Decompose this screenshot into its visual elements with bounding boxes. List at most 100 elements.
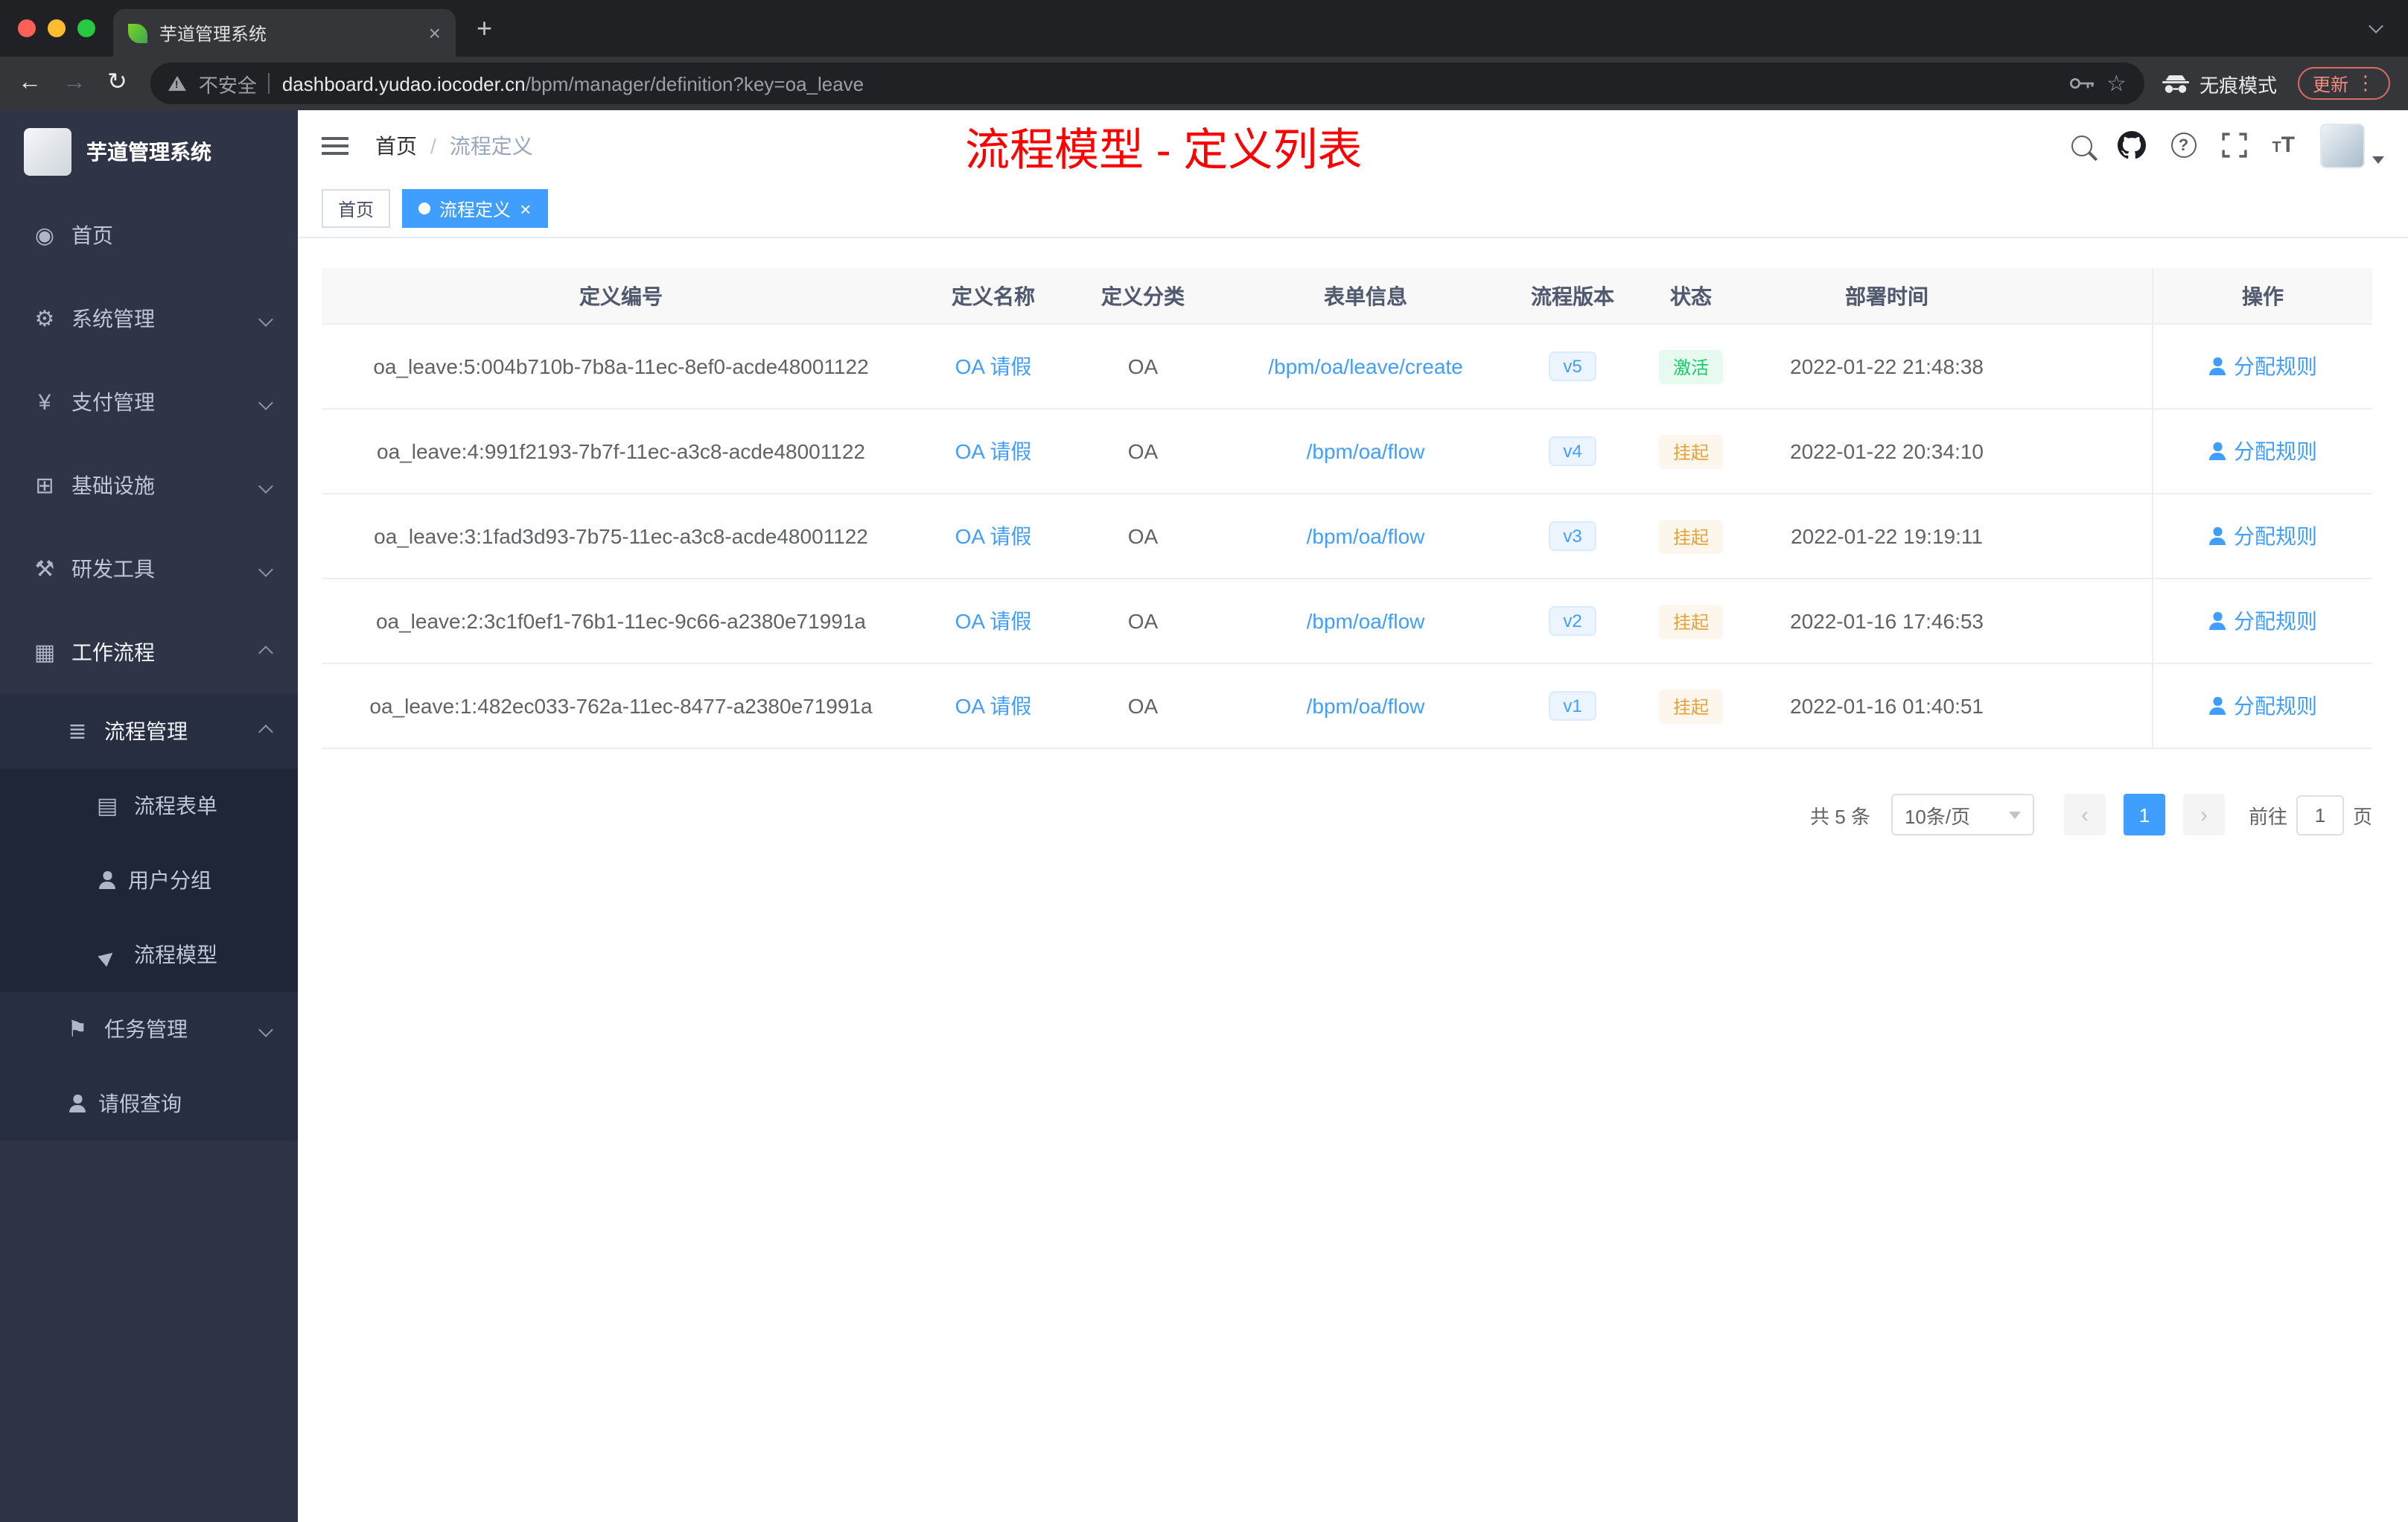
form-link[interactable]: /bpm/oa/flow <box>1307 439 1425 463</box>
avatar[interactable] <box>2320 123 2365 168</box>
active-dot <box>418 203 431 214</box>
minimize-window-button[interactable] <box>48 19 66 37</box>
tab-close-icon[interactable]: × <box>429 22 441 43</box>
update-button[interactable]: 更新 ⋮ <box>2297 67 2390 100</box>
tag-home[interactable]: 首页 <box>322 189 391 228</box>
user-icon <box>2208 697 2226 715</box>
sidebar-item-infrastructure[interactable]: ⊞ 基础设施 <box>0 444 298 527</box>
chevron-down-icon <box>258 478 273 493</box>
deploy-time-cell: 2022-01-16 17:46:53 <box>1790 609 1984 633</box>
chevron-down-icon <box>2008 811 2021 818</box>
divider <box>268 73 270 94</box>
column-header-name: 定义名称 <box>952 284 1035 308</box>
user-icon <box>69 1095 86 1112</box>
goto-page-input[interactable] <box>2296 795 2344 835</box>
chevron-down-icon <box>258 1022 273 1037</box>
zoom-window-button[interactable] <box>77 19 95 37</box>
sidebar-collapse-icon[interactable] <box>322 144 348 147</box>
sidebar-item-task-management[interactable]: ⚑ 任务管理 <box>0 992 298 1066</box>
form-link[interactable]: /bpm/oa/flow <box>1307 524 1425 548</box>
chevron-up-icon <box>258 724 273 739</box>
sidebar-item-label: 首页 <box>71 223 113 247</box>
chevron-up-icon <box>258 645 273 660</box>
tab-list-chevron-icon[interactable] <box>2369 19 2383 34</box>
url-host: dashboard.yudao.iocoder.cn <box>281 72 526 95</box>
close-window-button[interactable] <box>18 19 36 37</box>
definition-name-link[interactable]: OA 请假 <box>955 691 1032 721</box>
spacer-cell <box>2025 325 2152 408</box>
spacer-cell <box>2025 268 2152 323</box>
logo-image <box>24 128 71 176</box>
browser-tab[interactable]: 芋道管理系统 × <box>113 9 456 57</box>
sidebar-item-label: 研发工具 <box>71 557 155 581</box>
sidebar-item-system-management[interactable]: ⚙ 系统管理 <box>0 277 298 360</box>
table-row: oa_leave:1:482ec033-762a-11ec-8477-a2380… <box>322 664 2372 749</box>
definition-name-link[interactable]: OA 请假 <box>955 436 1032 466</box>
breadcrumb-home[interactable]: 首页 <box>375 130 417 160</box>
definition-name-link[interactable]: OA 请假 <box>955 606 1032 636</box>
reload-button[interactable]: ↻ <box>107 71 127 95</box>
form-link[interactable]: /bpm/oa/flow <box>1307 609 1425 633</box>
sidebar-item-workflow[interactable]: ▦ 工作流程 <box>0 611 298 694</box>
tag-close-icon[interactable]: × <box>520 199 531 218</box>
sidebar-item-payment-management[interactable]: ¥ 支付管理 <box>0 360 298 444</box>
page-1-button[interactable]: 1 <box>2123 794 2165 835</box>
page-size-select[interactable]: 10条/页 <box>1891 794 2034 835</box>
sidebar-item-home[interactable]: ◉ 首页 <box>0 194 298 277</box>
help-icon[interactable]: ? <box>2170 133 2197 158</box>
key-icon[interactable] <box>2068 76 2095 91</box>
sidebar-item-process-model[interactable]: ▶ 流程模型 <box>0 917 298 992</box>
table-row: oa_leave:5:004b710b-7b8a-11ec-8ef0-acde4… <box>322 325 2372 410</box>
github-icon[interactable] <box>2117 131 2146 159</box>
assign-rule-link[interactable]: 分配规则 <box>2208 691 2317 721</box>
incognito-icon <box>2162 74 2189 92</box>
tab-favicon-icon <box>128 23 147 42</box>
column-header-id: 定义编号 <box>579 284 663 308</box>
forward-button[interactable]: → <box>63 71 86 95</box>
font-size-icon[interactable]: TT <box>2272 134 2295 156</box>
new-tab-button[interactable]: + <box>477 12 492 45</box>
chevron-down-icon <box>258 395 273 410</box>
form-link[interactable]: /bpm/oa/flow <box>1307 694 1425 718</box>
definition-id-cell: oa_leave:2:3c1f0ef1-76b1-11ec-9c66-a2380… <box>375 609 866 633</box>
sidebar-item-process-form[interactable]: ▤ 流程表单 <box>0 768 298 843</box>
next-page-button[interactable]: › <box>2182 794 2225 835</box>
search-icon[interactable] <box>2071 135 2092 156</box>
bookmark-star-icon[interactable]: ☆ <box>2106 70 2127 97</box>
update-label: 更新 <box>2312 74 2348 95</box>
sidebar-item-leave-query[interactable]: 请假查询 <box>0 1066 298 1141</box>
sidebar-item-dev-tools[interactable]: ⚒ 研发工具 <box>0 527 298 611</box>
assign-rule-link[interactable]: 分配规则 <box>2208 436 2317 466</box>
tag-process-definition[interactable]: 流程定义 × <box>402 189 548 228</box>
app-logo[interactable]: 芋道管理系统 <box>0 110 298 194</box>
form-link[interactable]: /bpm/oa/leave/create <box>1268 354 1463 378</box>
fullscreen-icon[interactable] <box>2221 133 2247 158</box>
sidebar-item-label: 流程模型 <box>134 943 217 967</box>
assign-rule-link[interactable]: 分配规则 <box>2208 351 2317 381</box>
kebab-menu-icon[interactable]: ⋮ <box>2356 71 2375 95</box>
chevron-down-icon <box>258 311 273 326</box>
column-header-form: 表单信息 <box>1324 284 1407 308</box>
address-bar[interactable]: ! 不安全 dashboard.yudao.iocoder.cn/bpm/man… <box>150 63 2144 104</box>
total-count: 共 5 条 <box>1810 805 1870 827</box>
definition-name-link[interactable]: OA 请假 <box>955 521 1032 551</box>
tags-bar: 首页 流程定义 × <box>298 180 2408 238</box>
status-badge: 挂起 <box>1659 434 1722 468</box>
status-badge: 挂起 <box>1659 604 1722 638</box>
assign-rule-link[interactable]: 分配规则 <box>2208 521 2317 551</box>
back-button[interactable]: ← <box>18 71 42 95</box>
user-icon <box>2208 442 2226 460</box>
user-menu[interactable] <box>2320 123 2384 168</box>
prev-page-button[interactable]: ‹ <box>2063 794 2106 835</box>
page-suffix: 页 <box>2352 805 2372 827</box>
deploy-time-cell: 2022-01-22 21:48:38 <box>1790 354 1984 378</box>
sidebar-item-label: 支付管理 <box>71 390 155 414</box>
workflow-icon: ▦ <box>34 640 56 666</box>
definition-name-link[interactable]: OA 请假 <box>955 351 1032 381</box>
assign-rule-link[interactable]: 分配规则 <box>2208 606 2317 636</box>
sidebar-item-process-management[interactable]: ≣ 流程管理 <box>0 694 298 768</box>
dashboard-icon: ◉ <box>34 223 55 249</box>
security-label[interactable]: 不安全 <box>199 69 257 98</box>
sidebar-item-user-group[interactable]: 用户分组 <box>0 843 298 917</box>
app-navbar: 首页 / 流程定义 流程模型 - 定义列表 ? TT <box>298 110 2408 180</box>
